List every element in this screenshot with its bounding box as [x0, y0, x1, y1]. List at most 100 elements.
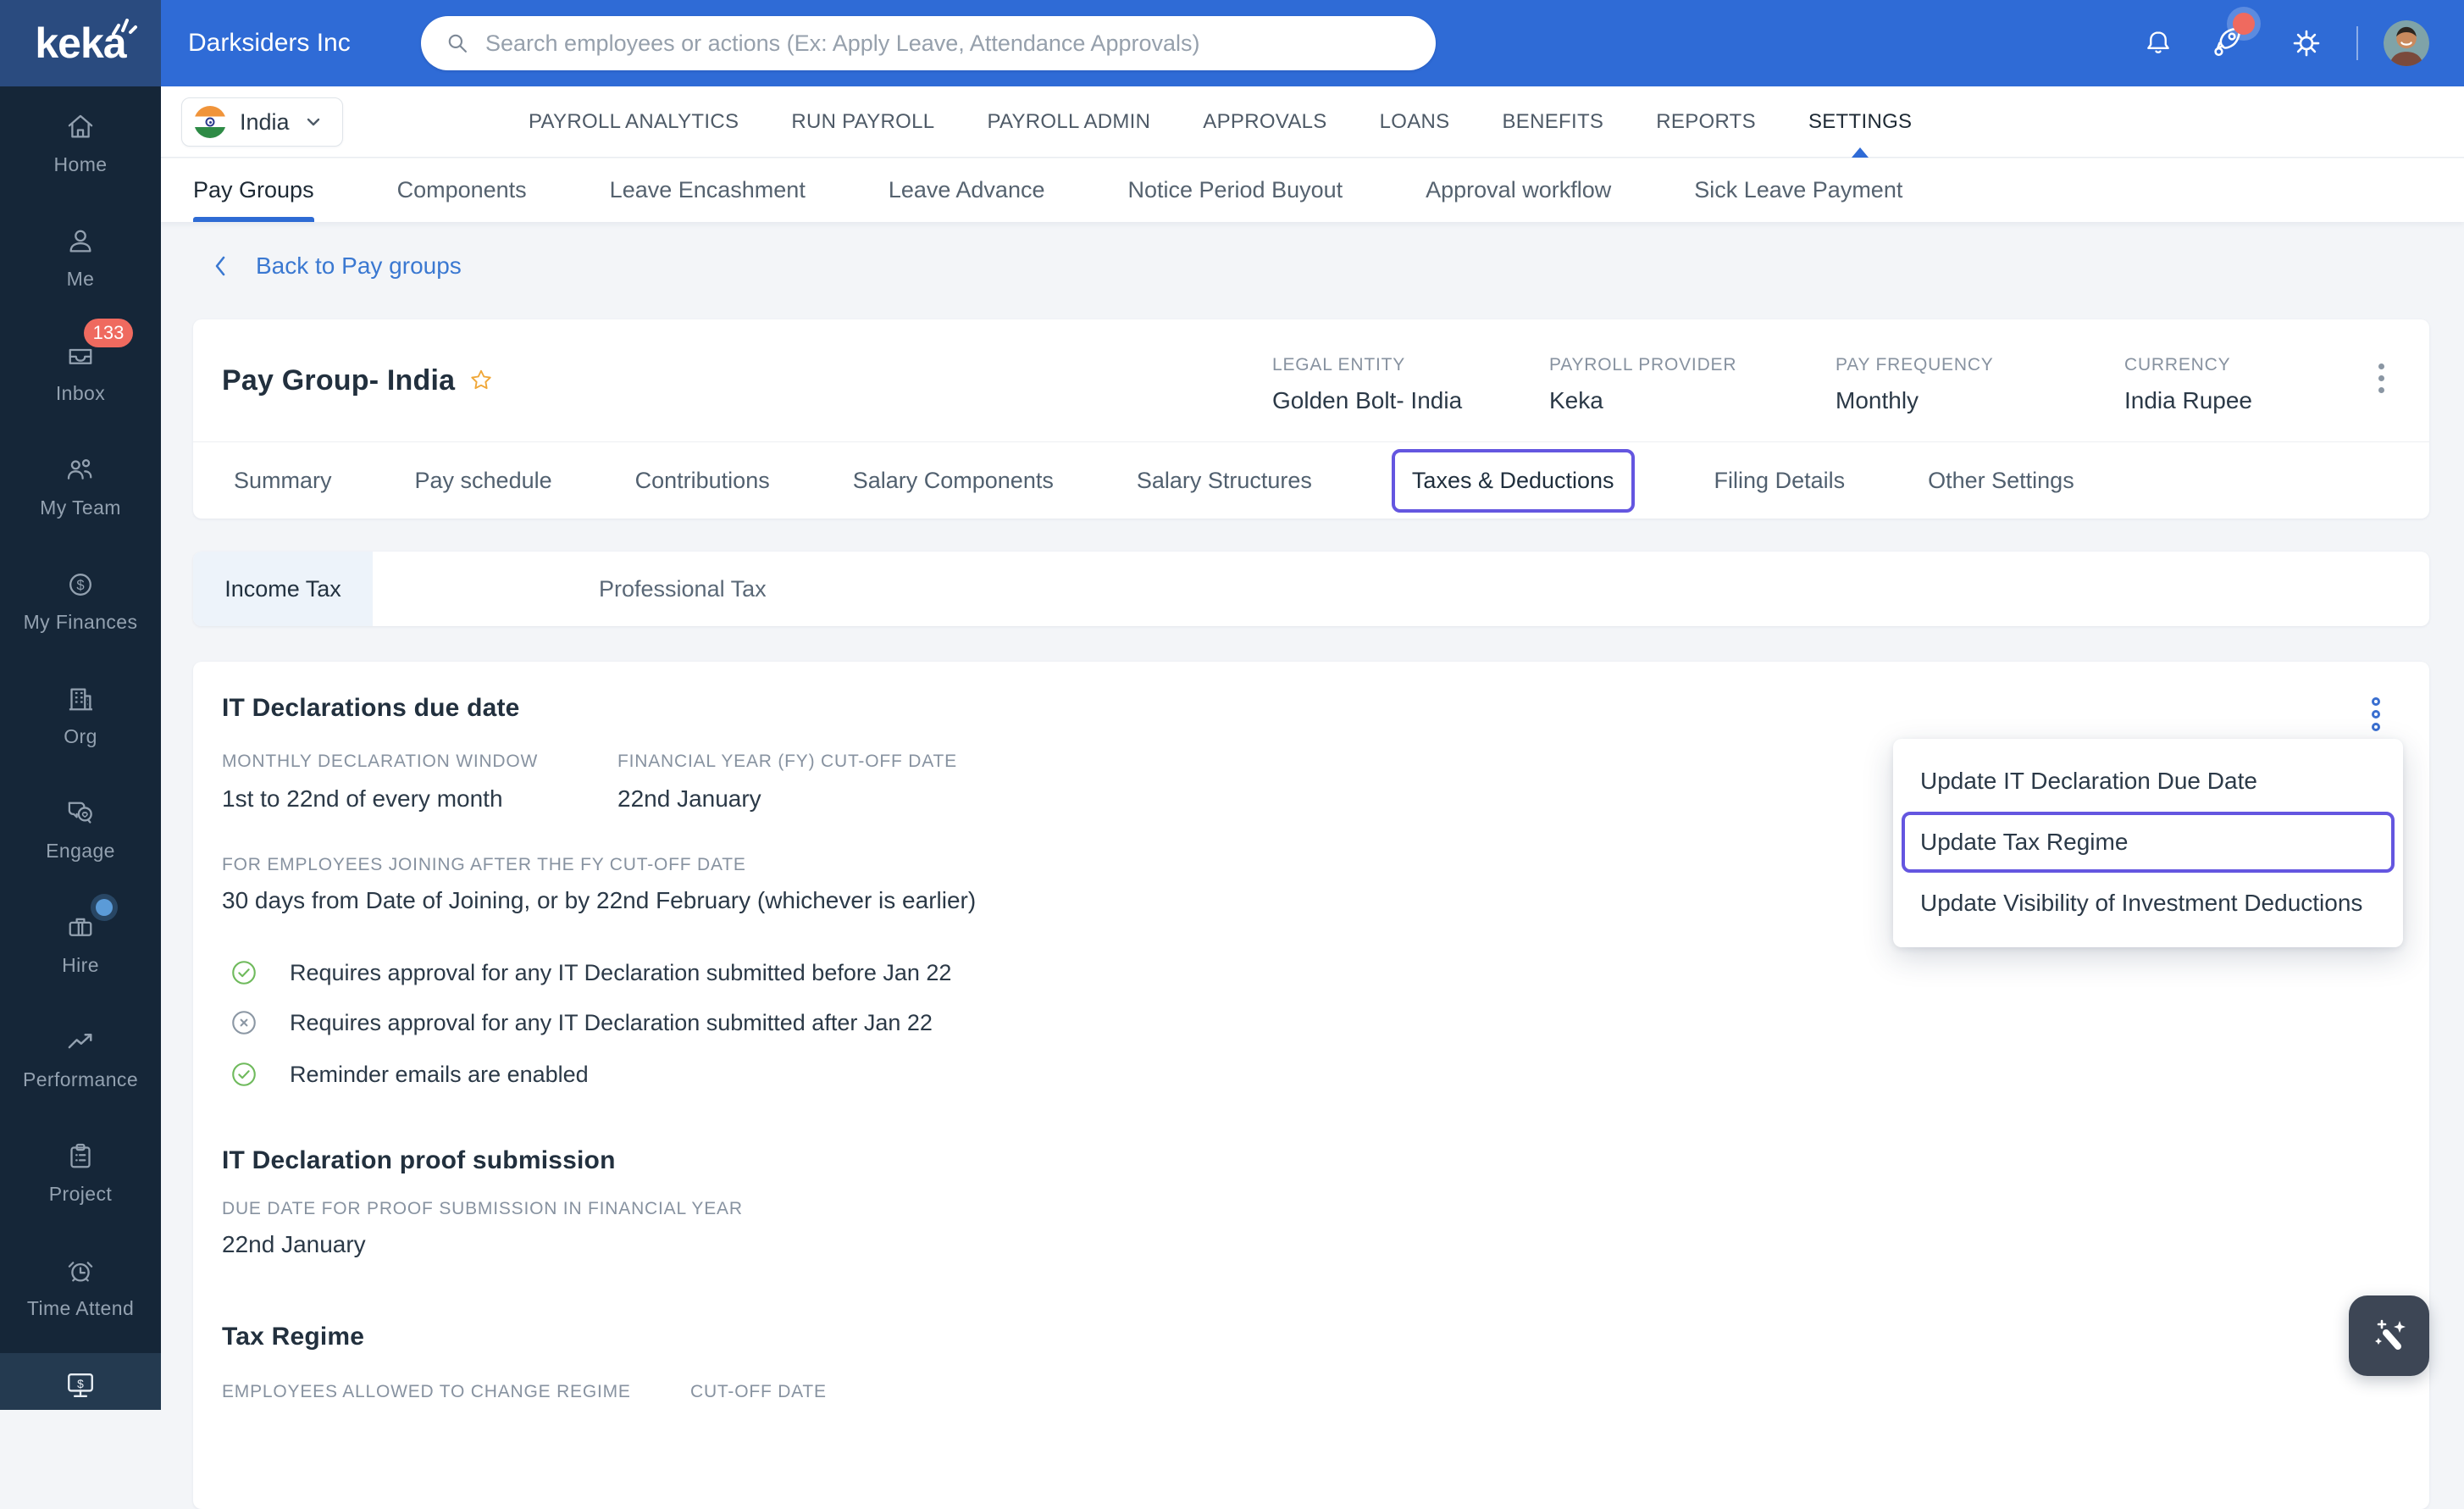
- tab-salary-structures[interactable]: Salary Structures: [1137, 468, 1312, 494]
- engage-icon: [62, 795, 99, 832]
- section-title-tax-regime: Tax Regime: [222, 1323, 365, 1351]
- menu-update-tax-regime[interactable]: Update Tax Regime: [1905, 815, 2391, 869]
- org-icon: [62, 680, 99, 718]
- sidebar-item-project[interactable]: Project: [0, 1138, 161, 1206]
- subnav-leave-encashment[interactable]: Leave Encashment: [610, 158, 806, 222]
- user-avatar[interactable]: [2384, 20, 2429, 66]
- sidebar-item-label: Org: [64, 725, 97, 747]
- it-declarations-kebab-menu[interactable]: [2367, 692, 2385, 736]
- sidebar-item-inbox[interactable]: 133 Inbox: [0, 319, 161, 405]
- sidebar-item-home[interactable]: Home: [0, 108, 161, 176]
- sidebar-item-label: Time Attend: [26, 1297, 135, 1319]
- pay-group-card: Pay Group- India LEGAL ENTITY Golden Bol…: [193, 319, 2429, 519]
- sidebar-item-time-attend[interactable]: Time Attend: [0, 1252, 161, 1320]
- module-nav-list: PAYROLL ANALYTICS RUN PAYROLL PAYROLL AD…: [529, 86, 1912, 158]
- settings-button[interactable]: [2289, 0, 2324, 86]
- sidebar-item-engage[interactable]: Engage: [0, 795, 161, 863]
- tab-pay-schedule[interactable]: Pay schedule: [415, 468, 552, 494]
- subnav-components[interactable]: Components: [397, 158, 527, 222]
- tab-other-settings[interactable]: Other Settings: [1928, 468, 2074, 494]
- tab-filing-details[interactable]: Filing Details: [1714, 468, 1846, 494]
- bell-icon: [2147, 31, 2169, 53]
- main-sidebar: Home Me 133 Inbox My Team $ My Finances …: [0, 0, 161, 1410]
- tax-type-tabs-card: Income Tax Professional Tax: [193, 552, 2429, 626]
- global-search[interactable]: [421, 16, 1436, 70]
- inbox-icon: 133: [62, 319, 133, 374]
- notifications-button[interactable]: [2141, 0, 2175, 86]
- logo-spark-icon: [112, 19, 137, 36]
- nav-run-payroll[interactable]: RUN PAYROLL: [791, 86, 934, 158]
- svg-text:$: $: [77, 1378, 84, 1390]
- subnav-sick-leave-payment[interactable]: Sick Leave Payment: [1694, 158, 1902, 222]
- finances-icon: $: [62, 566, 99, 603]
- whats-new-button[interactable]: [2209, 0, 2255, 86]
- back-link-label: Back to Pay groups: [256, 252, 462, 279]
- nav-payroll-analytics[interactable]: PAYROLL ANALYTICS: [529, 86, 739, 158]
- sidebar-item-label: My Finances: [23, 611, 138, 633]
- tab-taxes-deductions[interactable]: Taxes & Deductions: [1412, 468, 1614, 493]
- project-icon: [62, 1138, 99, 1175]
- field-label: DUE DATE FOR PROOF SUBMISSION IN FINANCI…: [222, 1199, 743, 1218]
- nav-benefits[interactable]: BENEFITS: [1502, 86, 1603, 158]
- magic-wand-icon: [2374, 1319, 2406, 1350]
- rule-row: Reminder emails are enabled: [229, 1059, 589, 1090]
- annotation-box-taxes-deductions: Taxes & Deductions: [1391, 448, 1635, 513]
- tab-contributions[interactable]: Contributions: [635, 468, 770, 494]
- notification-dot: [2233, 12, 2255, 35]
- company-name: Darksiders Inc: [188, 29, 351, 57]
- hire-status-dot: [96, 899, 113, 916]
- nav-reports[interactable]: REPORTS: [1656, 86, 1756, 158]
- sidebar-item-label: Engage: [46, 840, 115, 862]
- sidebar-item-hire[interactable]: Hire: [0, 899, 161, 977]
- search-icon: [448, 34, 467, 53]
- india-flag-icon: [194, 106, 226, 138]
- time-attend-icon: [62, 1252, 99, 1290]
- subnav-leave-advance[interactable]: Leave Advance: [889, 158, 1045, 222]
- performance-icon: [62, 1024, 99, 1061]
- favorite-star-icon[interactable]: [468, 368, 494, 393]
- tab-professional-tax[interactable]: Professional Tax: [599, 552, 767, 626]
- sidebar-item-org[interactable]: Org: [0, 680, 161, 748]
- sidebar-item-payroll[interactable]: $: [0, 1353, 161, 1410]
- module-nav: India PAYROLL ANALYTICS RUN PAYROLL PAYR…: [161, 86, 2464, 158]
- subnav-pay-groups[interactable]: Pay Groups: [193, 158, 314, 222]
- search-input[interactable]: [485, 30, 1414, 57]
- back-to-pay-groups-link[interactable]: Back to Pay groups: [210, 252, 462, 280]
- section-title-it-declarations: IT Declarations due date: [222, 694, 520, 722]
- section-title-proof-submission: IT Declaration proof submission: [222, 1146, 616, 1174]
- nav-loans[interactable]: LOANS: [1380, 86, 1450, 158]
- sidebar-item-me[interactable]: Me: [0, 223, 161, 291]
- cross-circle-icon: [232, 1011, 256, 1035]
- menu-update-it-declaration-due-date[interactable]: Update IT Declaration Due Date: [1893, 751, 2403, 812]
- settings-subnav: Pay Groups Components Leave Encashment L…: [161, 158, 2464, 222]
- nav-approvals[interactable]: APPROVALS: [1203, 86, 1326, 158]
- tab-salary-components[interactable]: Salary Components: [853, 468, 1054, 494]
- sidebar-item-label: Hire: [62, 954, 99, 976]
- field-label: MONTHLY DECLARATION WINDOW: [222, 752, 539, 771]
- subnav-approval-workflow[interactable]: Approval workflow: [1426, 158, 1611, 222]
- rule-text: Requires approval for any IT Declaration…: [290, 1009, 933, 1035]
- nav-settings[interactable]: SETTINGS: [1808, 86, 1912, 158]
- field-label: FINANCIAL YEAR (FY) CUT-OFF DATE: [617, 752, 957, 771]
- sidebar-item-my-finances[interactable]: $ My Finances: [0, 566, 161, 634]
- tab-income-tax[interactable]: Income Tax: [193, 552, 373, 626]
- pay-group-kebab-menu[interactable]: [2373, 358, 2389, 398]
- sidebar-item-performance[interactable]: Performance: [0, 1024, 161, 1091]
- subnav-notice-period-buyout[interactable]: Notice Period Buyout: [1127, 158, 1343, 222]
- rule-row: Requires approval for any IT Declaration…: [229, 1007, 933, 1038]
- svg-text:$: $: [76, 577, 84, 593]
- keka-logo[interactable]: keka: [0, 0, 161, 86]
- tab-summary[interactable]: Summary: [234, 468, 332, 494]
- sidebar-item-label: Inbox: [55, 382, 106, 404]
- menu-update-visibility-investment-deductions[interactable]: Update Visibility of Investment Deductio…: [1893, 873, 2403, 934]
- magic-assistant-button[interactable]: [2349, 1295, 2429, 1376]
- country-selector[interactable]: India: [181, 97, 343, 147]
- field-value: 22nd January: [222, 1231, 366, 1257]
- field-label: EMPLOYEES ALLOWED TO CHANGE REGIME: [222, 1382, 631, 1401]
- field-value: 22nd January: [617, 785, 761, 812]
- annotation-box-update-tax-regime: Update Tax Regime: [1902, 812, 2395, 873]
- sidebar-item-my-team[interactable]: My Team: [0, 452, 161, 519]
- chevron-left-icon: [215, 256, 225, 276]
- rule-text: Requires approval for any IT Declaration…: [290, 959, 952, 985]
- nav-payroll-admin[interactable]: PAYROLL ADMIN: [987, 86, 1150, 158]
